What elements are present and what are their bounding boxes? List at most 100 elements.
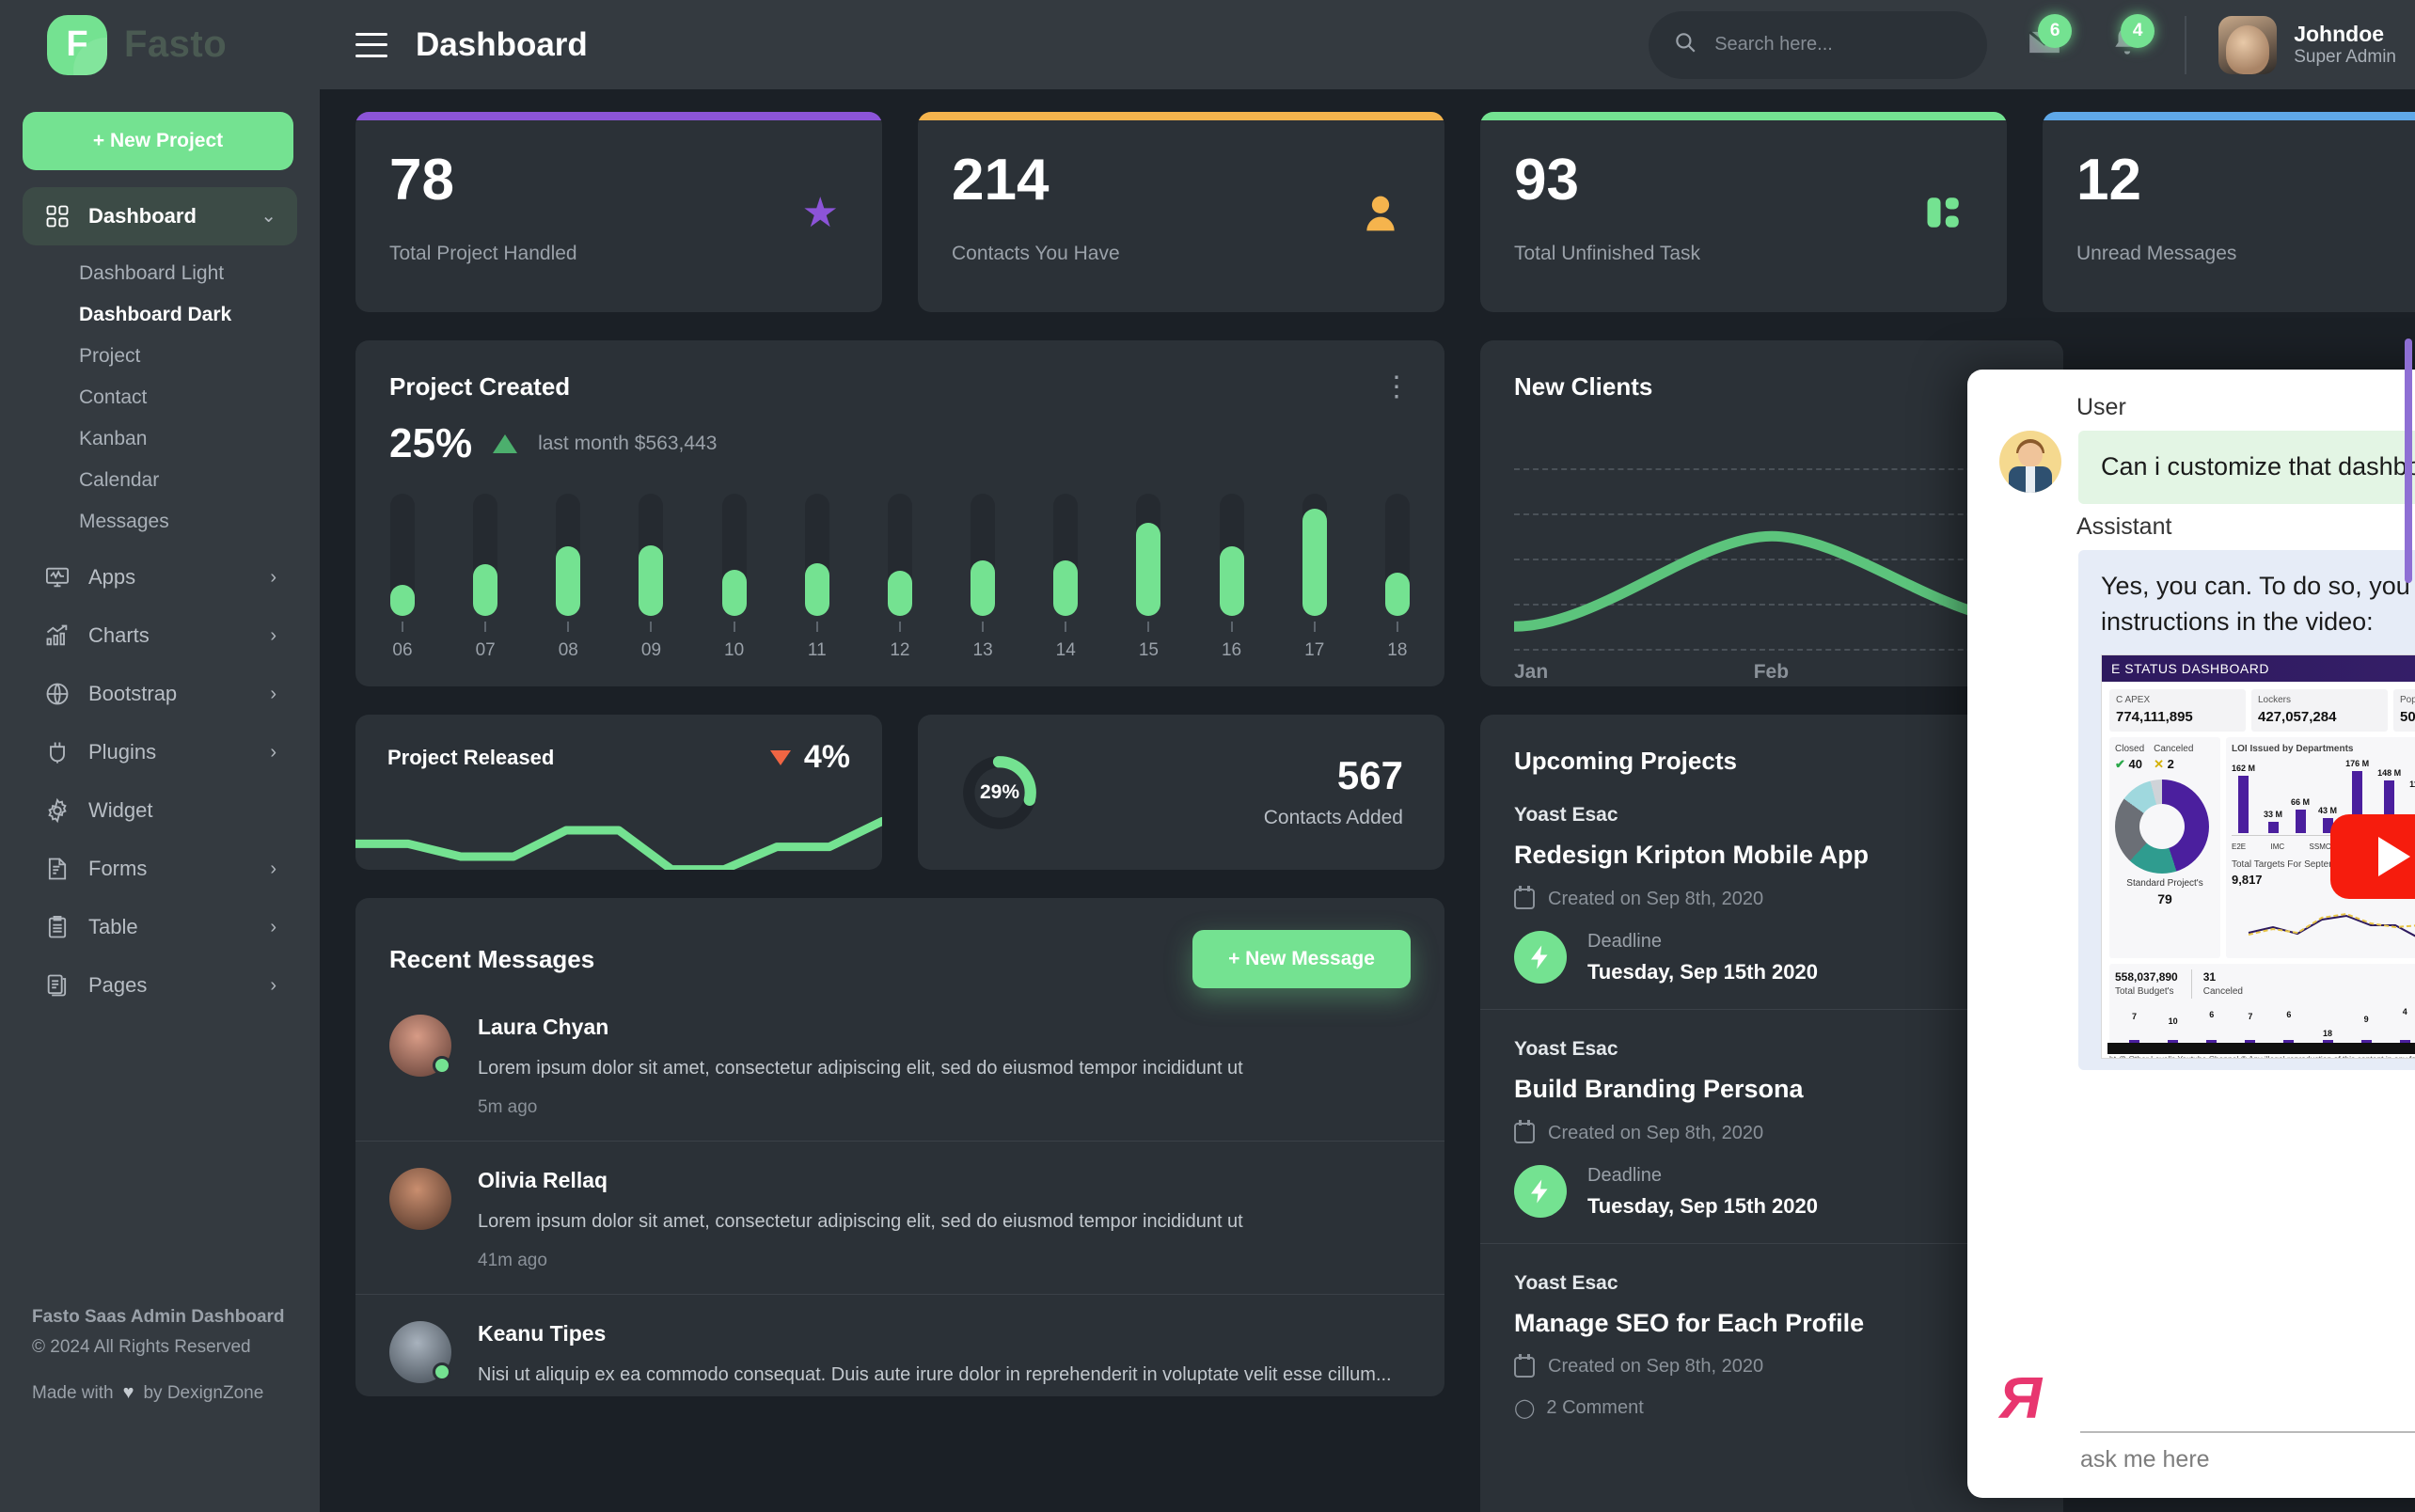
play-icon[interactable] xyxy=(2330,814,2415,900)
axis-tick: 13 xyxy=(970,622,996,661)
project-deadline: Deadline Tuesday, Sep 15th 2020 xyxy=(1514,1165,2029,1219)
axis-tick: 09 xyxy=(638,622,664,661)
page-title: Dashboard xyxy=(416,25,588,63)
bar-track xyxy=(1302,494,1327,616)
project-created-stats: 25% last month $563,443 xyxy=(355,402,1444,467)
contacts-added-values: 567 Contacts Added xyxy=(1264,755,1403,829)
stat-card-total-projects[interactable]: 78 Total Project Handled ★ xyxy=(355,112,882,312)
bar-column xyxy=(970,494,996,616)
profile-menu[interactable]: Johndoe Super Admin xyxy=(2218,15,2396,74)
search-box[interactable] xyxy=(1649,10,1988,79)
sidebar-subitem-contact[interactable]: Contact xyxy=(0,377,320,418)
message-list-item[interactable]: Laura Chyan Lorem ipsum dolor sit amet, … xyxy=(355,988,1444,1118)
bar-value xyxy=(1136,523,1161,616)
project-client: Yoast Esac xyxy=(1514,1037,1618,1060)
axis-tick-label: 09 xyxy=(640,640,662,660)
sidebar-item-bootstrap[interactable]: Bootstrap › xyxy=(23,665,297,723)
card-title: Recent Messages xyxy=(389,944,595,973)
topbar: Dashboard 6 xyxy=(320,0,2415,89)
trend-up-icon xyxy=(493,434,518,453)
kebab-menu-icon[interactable]: ⋮ xyxy=(1382,372,1411,401)
project-created-card: Project Created ⋮ 25% last month $563,44… xyxy=(355,340,1444,686)
axis-tick: 06 xyxy=(389,622,416,661)
axis-tick: 14 xyxy=(1052,622,1079,661)
chat-input[interactable] xyxy=(2080,1370,2415,1433)
hamburger-menu-icon[interactable] xyxy=(355,32,387,57)
stat-card-unfinished-tasks[interactable]: 93 Total Unfinished Task xyxy=(1480,112,2007,312)
message-sender: Olivia Rellaq xyxy=(478,1168,608,1192)
calendar-icon xyxy=(1514,886,1535,910)
project-comments: ◯ 2 Comment xyxy=(1514,1396,2029,1420)
sidebar-item-pages[interactable]: Pages › xyxy=(23,956,297,1015)
sidebar-item-table[interactable]: Table › xyxy=(23,898,297,956)
plugin-icon xyxy=(43,738,71,766)
bolt-icon xyxy=(1514,931,1567,984)
main-area: Dashboard 6 xyxy=(320,0,2415,1512)
new-project-button[interactable]: + New Project xyxy=(23,112,293,170)
bar xyxy=(2238,776,2249,834)
message-text: Lorem ipsum dolor sit amet, consectetur … xyxy=(478,1058,1243,1079)
sidebar-subitem-dashboard-dark[interactable]: Dashboard Dark xyxy=(0,294,320,336)
bar-track xyxy=(721,494,747,616)
bar-column xyxy=(1052,494,1079,616)
sidebar-item-forms[interactable]: Forms › xyxy=(23,840,297,898)
new-message-button[interactable]: + New Message xyxy=(1192,930,1411,988)
brand[interactable]: F Fasto xyxy=(0,0,320,89)
canceled2-label: Canceled xyxy=(2202,985,2243,997)
sidebar-item-apps[interactable]: Apps › xyxy=(23,548,297,606)
message-list-item[interactable]: Olivia Rellaq Lorem ipsum dolor sit amet… xyxy=(355,1141,1444,1271)
message-list-item[interactable]: Keanu Tipes Nisi ut aliquip ex ea commod… xyxy=(355,1294,1444,1396)
bolt-icon xyxy=(1514,1165,1567,1218)
search-input[interactable] xyxy=(1714,34,1964,55)
sidebar-item-plugins[interactable]: Plugins › xyxy=(23,723,297,781)
project-released-header: Project Released 4% xyxy=(355,715,882,776)
flow-point: 6 xyxy=(2269,1009,2308,1044)
sidebar-item-dashboard[interactable]: Dashboard ⌄ xyxy=(23,187,297,245)
brand-logo-letter: F xyxy=(66,24,88,64)
deadline-value: Tuesday, Sep 15th 2020 xyxy=(1587,1193,1818,1218)
embedded-video-thumbnail[interactable]: E STATUS DASHBOARD C APEX 774,111,895 Loc… xyxy=(2101,654,2415,1060)
bar-column: 162 M xyxy=(2232,763,2255,834)
stat-accent-bar xyxy=(2043,112,2415,120)
created-label: Created on Sep 8th, 2020 xyxy=(1548,1356,1764,1378)
sidebar-subitem-messages[interactable]: Messages xyxy=(0,501,320,543)
monitor-icon xyxy=(43,563,71,591)
kpi-value: 503,392,307 xyxy=(2400,709,2415,726)
stat-card-contacts[interactable]: 214 Contacts You Have xyxy=(918,112,1444,312)
project-created-bar-chart xyxy=(355,494,1444,616)
bar-value xyxy=(721,570,747,616)
sidebar-item-label: Table xyxy=(88,915,138,938)
bar-column xyxy=(804,494,830,616)
axis-tick-label: 08 xyxy=(558,640,578,660)
bar-value xyxy=(887,571,912,616)
chat-message-assistant-container: Yes, you can. To do so, you should follo… xyxy=(2078,549,2415,1071)
deadline-value: Tuesday, Sep 15th 2020 xyxy=(1587,959,1818,984)
bar-value xyxy=(556,546,581,616)
bar-column xyxy=(721,494,748,616)
message-sender: Keanu Tipes xyxy=(478,1321,607,1346)
contacts-added-donut-chart: 29% xyxy=(959,752,1040,833)
sidebar-subitem-kanban[interactable]: Kanban xyxy=(0,418,320,460)
layout-icon xyxy=(1924,193,1964,240)
sidebar-subitem-calendar[interactable]: Calendar xyxy=(0,460,320,501)
stat-card-unread-messages[interactable]: 12 Unread Messages xyxy=(2043,112,2415,312)
brand-logo-icon: F xyxy=(47,14,107,75)
scrollbar-thumb[interactable] xyxy=(2405,339,2412,583)
sidebar-subitem-dashboard-light[interactable]: Dashboard Light xyxy=(0,253,320,294)
standard-value: 79 xyxy=(2157,890,2172,906)
notifications-button[interactable]: 4 xyxy=(2102,13,2155,71)
bar-value xyxy=(971,560,996,616)
project-released-percent: 4% xyxy=(803,739,850,775)
created-label: Created on Sep 8th, 2020 xyxy=(1548,1122,1764,1143)
mail-button[interactable]: 6 xyxy=(2019,13,2073,71)
sidebar-item-charts[interactable]: Charts › xyxy=(23,606,297,665)
video-flow-panel: 558,037,890 Total Budget's 31 Canceled 7… xyxy=(2109,963,2415,1050)
project-client: Yoast Esac xyxy=(1514,1271,1618,1294)
sidebar-item-widget[interactable]: Widget xyxy=(23,781,297,840)
sidebar-subitem-project[interactable]: Project xyxy=(0,336,320,377)
bar-value xyxy=(639,545,664,616)
avatar xyxy=(2218,15,2278,74)
video-progress-bar[interactable] xyxy=(2107,1043,2415,1055)
kpi-value: 427,057,284 xyxy=(2258,709,2337,726)
sidebar-footer-credit: Made with ♥ by DexignZone xyxy=(32,1382,295,1404)
